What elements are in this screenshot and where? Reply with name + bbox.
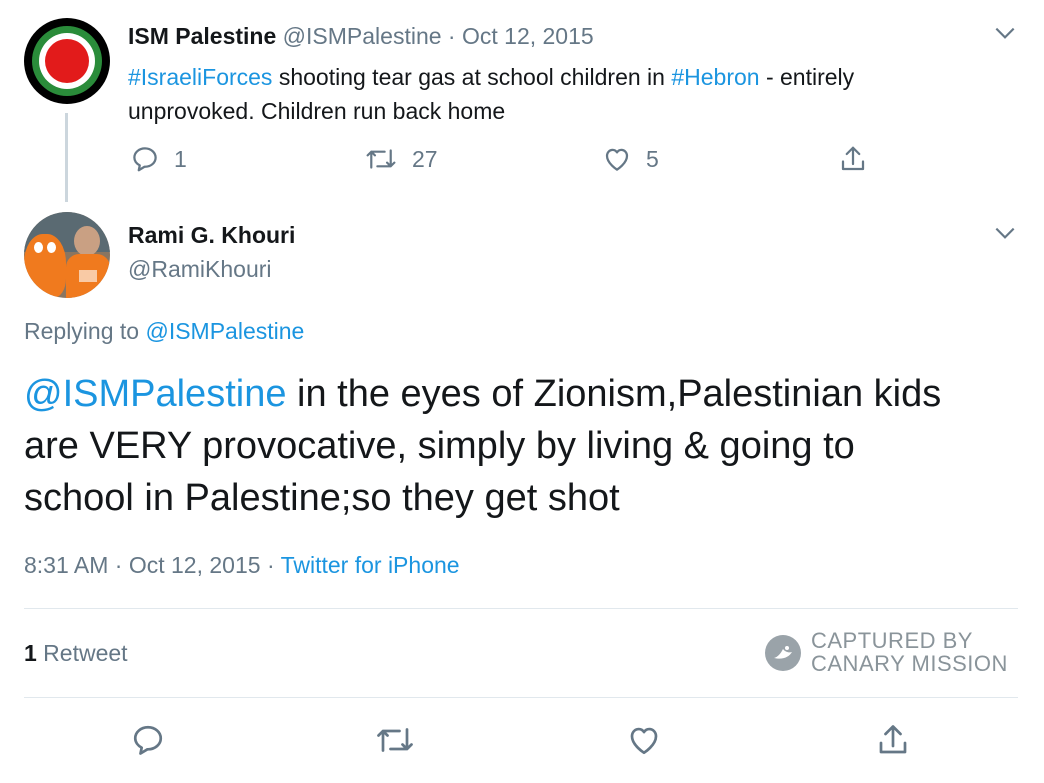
- reply-icon: [133, 725, 163, 755]
- parent-separator: ·: [447, 23, 456, 49]
- parent-chevron-down-icon[interactable]: [992, 20, 1018, 46]
- hashtag-hebron[interactable]: #Hebron: [671, 64, 759, 90]
- main-chevron-down-icon[interactable]: [992, 220, 1018, 246]
- watermark-line2: CANARY MISSION: [811, 651, 1008, 676]
- parent-handle[interactable]: @ISMPalestine: [283, 23, 442, 49]
- parent-reply-count: 1: [174, 145, 187, 172]
- like-icon: [630, 727, 658, 755]
- main-share-button[interactable]: [875, 722, 911, 758]
- main-like-button[interactable]: [626, 722, 662, 758]
- main-handle[interactable]: @RamiKhouri: [128, 256, 272, 283]
- share-icon: [838, 144, 868, 174]
- retweet-stats[interactable]: 1 Retweet: [24, 640, 128, 667]
- main-actions-bar: [130, 722, 930, 762]
- tweet-metadata: 8:31 AM · Oct 12, 2015 · Twitter for iPh…: [24, 552, 460, 578]
- main-avatar[interactable]: [24, 212, 110, 298]
- tweet-source-link[interactable]: Twitter for iPhone: [281, 552, 460, 578]
- main-tweet-text: @ISMPalestine in the eyes of Zionism,Pal…: [24, 373, 942, 519]
- divider-top: [24, 608, 1018, 609]
- replying-to-link[interactable]: @ISMPalestine: [145, 318, 304, 344]
- mention-ismpalestine[interactable]: @ISMPalestine: [24, 373, 286, 415]
- retweet-count: 1: [24, 640, 37, 666]
- tweet-date[interactable]: Oct 12, 2015: [129, 552, 261, 578]
- share-icon: [879, 725, 907, 754]
- reply-icon: [130, 144, 160, 174]
- parent-actions-bar: 1 27 5: [130, 144, 890, 176]
- parent-tweet-text: #IsraeliForces shooting tear gas at scho…: [128, 64, 855, 124]
- replying-to-line: Replying to @ISMPalestine: [24, 318, 305, 344]
- parent-avatar[interactable]: [24, 18, 110, 104]
- parent-date[interactable]: Oct 12, 2015: [462, 23, 594, 49]
- parent-retweet-count: 27: [412, 145, 438, 172]
- main-reply-button[interactable]: [130, 722, 166, 758]
- retweet-icon: [364, 144, 398, 174]
- parent-header: ISM Palestine @ISMPalestine · Oct 12, 20…: [128, 23, 594, 50]
- parent-like-count: 5: [646, 145, 659, 172]
- like-icon: [602, 144, 632, 174]
- hashtag-israeliforces[interactable]: #IsraeliForces: [128, 64, 272, 90]
- parent-like-button[interactable]: 5: [602, 144, 659, 174]
- parent-retweet-button[interactable]: 27: [364, 144, 438, 174]
- thread-connector-line: [65, 113, 68, 202]
- parent-share-button[interactable]: [838, 144, 868, 174]
- retweet-label: Retweet: [36, 640, 128, 666]
- canary-mission-watermark: CAPTURED BY CANARY MISSION: [764, 628, 1014, 678]
- retweet-icon: [377, 728, 413, 752]
- main-display-name[interactable]: Rami G. Khouri: [128, 222, 295, 249]
- canary-mission-logo-icon: [764, 634, 802, 672]
- main-retweet-button[interactable]: [374, 722, 416, 758]
- parent-display-name[interactable]: ISM Palestine: [128, 23, 276, 49]
- parent-reply-button[interactable]: 1: [130, 144, 187, 174]
- divider-bottom: [24, 697, 1018, 698]
- tweet-time[interactable]: 8:31 AM: [24, 552, 108, 578]
